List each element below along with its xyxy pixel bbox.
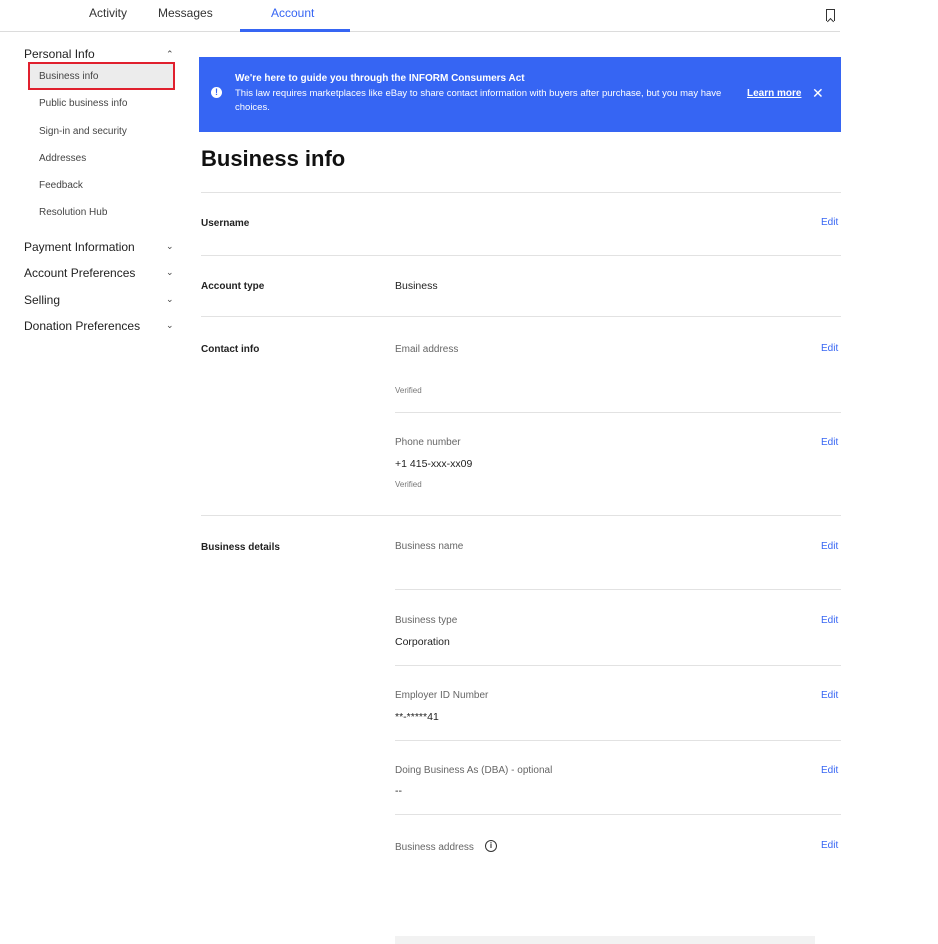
account-type-label: Account type	[201, 281, 265, 292]
divider	[395, 589, 841, 590]
info-icon[interactable]: i	[485, 840, 497, 852]
top-tabs: Activity Messages Account	[0, 0, 840, 32]
business-details-label: Business details	[201, 542, 280, 553]
learn-more-link[interactable]: Learn more	[747, 88, 801, 99]
tab-activity[interactable]: Activity	[89, 6, 127, 20]
divider	[395, 814, 841, 815]
inform-act-banner: ! We're here to guide you through the IN…	[199, 57, 841, 132]
email-edit-link[interactable]: Edit	[821, 343, 838, 354]
chevron-down-icon[interactable]: ⌄	[166, 320, 174, 331]
phone-verified-status: Verified	[395, 480, 422, 489]
dba-edit-link[interactable]: Edit	[821, 765, 838, 776]
phone-label: Phone number	[395, 437, 461, 448]
divider	[201, 255, 841, 256]
sidebar-item-business-info[interactable]: Business info	[39, 71, 98, 82]
tab-account[interactable]: Account	[271, 6, 314, 20]
business-type-edit-link[interactable]: Edit	[821, 615, 838, 626]
chevron-down-icon[interactable]: ⌄	[166, 241, 174, 252]
sidebar-item-addresses[interactable]: Addresses	[39, 153, 86, 164]
employer-id-value: **-*****41	[395, 711, 439, 723]
close-icon[interactable]: ✕	[812, 85, 824, 102]
business-address-label: Business address	[395, 842, 474, 853]
sidebar-group-donation-preferences[interactable]: Donation Preferences	[24, 319, 140, 333]
account-type-value: Business	[395, 280, 438, 292]
sidebar-group-account-preferences[interactable]: Account Preferences	[24, 266, 135, 280]
chevron-down-icon[interactable]: ⌄	[166, 294, 174, 305]
divider	[395, 412, 841, 413]
divider	[201, 515, 841, 516]
username-edit-link[interactable]: Edit	[821, 217, 838, 228]
business-type-value: Corporation	[395, 636, 450, 648]
divider	[395, 665, 841, 666]
dba-value: --	[395, 785, 402, 797]
chevron-down-icon[interactable]: ⌄	[166, 267, 174, 278]
dba-label: Doing Business As (DBA) - optional	[395, 765, 553, 776]
email-verified-status: Verified	[395, 386, 422, 395]
email-label: Email address	[395, 344, 459, 355]
employer-id-label: Employer ID Number	[395, 690, 489, 701]
tab-messages[interactable]: Messages	[158, 6, 213, 20]
divider	[395, 740, 841, 741]
employer-id-edit-link[interactable]: Edit	[821, 690, 838, 701]
sidebar-group-personal-info[interactable]: Personal Info	[24, 47, 95, 61]
business-name-label: Business name	[395, 541, 464, 552]
page-title: Business info	[201, 146, 346, 171]
username-label: Username	[201, 218, 250, 229]
bookmark-icon[interactable]	[826, 9, 835, 21]
sidebar-group-payment-information[interactable]: Payment Information	[24, 240, 135, 254]
sidebar-item-sign-in-security[interactable]: Sign-in and security	[39, 126, 127, 137]
phone-edit-link[interactable]: Edit	[821, 437, 838, 448]
phone-value: +1 415-xxx-xx09	[395, 458, 473, 470]
contact-info-label: Contact info	[201, 344, 260, 355]
business-name-edit-link[interactable]: Edit	[821, 541, 838, 552]
business-type-label: Business type	[395, 615, 458, 626]
banner-text: This law requires marketplaces like eBay…	[235, 88, 722, 113]
info-icon: !	[211, 87, 222, 98]
sidebar-item-resolution-hub[interactable]: Resolution Hub	[39, 207, 107, 218]
chevron-up-icon[interactable]: ⌃	[166, 49, 174, 60]
divider	[201, 316, 841, 317]
divider	[201, 192, 841, 193]
sidebar-item-public-business-info[interactable]: Public business info	[39, 98, 127, 109]
banner-title: We're here to guide you through the INFO…	[235, 73, 525, 84]
sidebar-item-feedback[interactable]: Feedback	[39, 180, 83, 191]
sidebar-group-selling[interactable]: Selling	[24, 293, 60, 307]
tabs-divider	[0, 31, 840, 32]
active-tab-indicator	[240, 29, 350, 32]
business-address-edit-link[interactable]: Edit	[821, 840, 838, 851]
